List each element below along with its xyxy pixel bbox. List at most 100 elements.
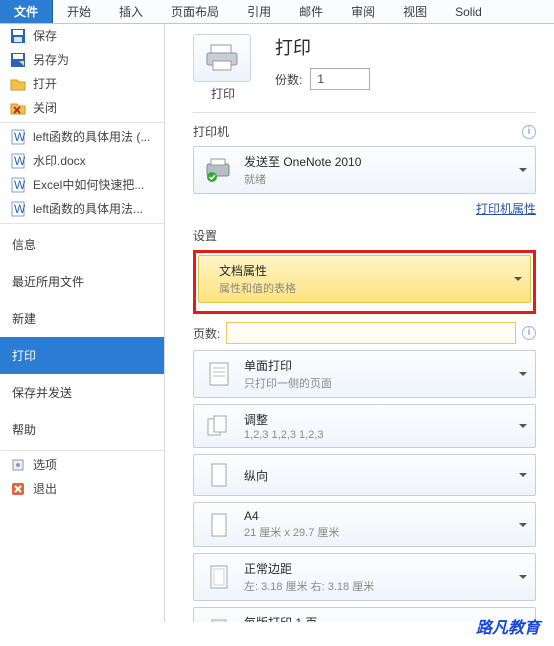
printer-status: 就绪 — [244, 171, 361, 187]
open-icon — [10, 76, 26, 92]
info-icon[interactable]: i — [522, 125, 536, 139]
save-as-icon — [10, 52, 26, 68]
orientation-dropdown[interactable]: 纵向 — [193, 454, 536, 496]
save-icon — [10, 28, 26, 44]
printer-dropdown[interactable]: 发送至 OneNote 2010就绪 — [193, 146, 536, 194]
tab-solid[interactable]: Solid — [441, 0, 496, 23]
print-panel: 打印 打印 份数: 打印机i 发送至 OneNote 2010就绪 打印机属性 … — [165, 24, 554, 622]
word-doc-icon: W — [10, 153, 26, 169]
sidebar-save[interactable]: 保存 — [0, 24, 164, 48]
settings-section-title: 设置 — [193, 227, 217, 244]
word-doc-icon: W — [10, 129, 26, 145]
sidebar-label: 另存为 — [33, 52, 69, 68]
drop-title: 调整 — [244, 411, 324, 428]
margins-icon — [204, 563, 234, 591]
print-what-dropdown[interactable]: 文档属性属性和值的表格 — [198, 255, 531, 303]
page-icon — [204, 511, 234, 539]
chevron-down-icon — [519, 473, 527, 481]
recent-doc-label: left函数的具体用法 (... — [33, 129, 150, 145]
tab-references[interactable]: 引用 — [233, 0, 285, 23]
ribbon-tabs: 文件 开始 插入 页面布局 引用 邮件 审阅 视图 Solid — [0, 0, 554, 24]
sidebar-options[interactable]: 选项 — [0, 453, 164, 477]
tab-view[interactable]: 视图 — [389, 0, 441, 23]
sheet-icon — [204, 617, 234, 622]
backstage: 保存 另存为 打开 关闭 W left函数的具体用法 (... W 水印.doc… — [0, 24, 554, 622]
svg-text:W: W — [14, 202, 26, 216]
oneside-icon — [204, 360, 234, 388]
close-icon — [10, 100, 26, 116]
recent-doc-label: Excel中如何快速把... — [33, 177, 144, 193]
highlight-annotation: 文档属性属性和值的表格 — [193, 250, 536, 314]
sidebar-close[interactable]: 关闭 — [0, 96, 164, 120]
printer-section-title: 打印机 — [193, 123, 229, 140]
chevron-down-icon — [519, 575, 527, 583]
printer-name: 发送至 OneNote 2010 — [244, 153, 361, 170]
print-button-label: 打印 — [211, 87, 235, 101]
portrait-icon — [204, 461, 234, 489]
recent-doc[interactable]: W left函数的具体用法 (... — [0, 125, 164, 149]
collate-dropdown[interactable]: 调整1,2,3 1,2,3 1,2,3 — [193, 404, 536, 448]
backstage-sidebar: 保存 另存为 打开 关闭 W left函数的具体用法 (... W 水印.doc… — [0, 24, 165, 622]
drop-title: A4 — [244, 509, 339, 523]
tab-home[interactable]: 开始 — [53, 0, 105, 23]
sidebar-save-send[interactable]: 保存并发送 — [0, 374, 164, 411]
word-doc-icon: W — [10, 177, 26, 193]
print-title: 打印 — [275, 34, 370, 60]
collate-icon — [204, 412, 234, 440]
copies-label: 份数: — [275, 71, 302, 88]
sidebar-print[interactable]: 打印 — [0, 337, 164, 374]
watermark: 路凡教育 — [476, 614, 540, 638]
copies-input[interactable] — [310, 68, 370, 90]
tab-insert[interactable]: 插入 — [105, 0, 157, 23]
sidebar-label: 保存 — [33, 28, 57, 44]
drop-sub: 只打印一侧的页面 — [244, 375, 332, 391]
drop-sub: 属性和值的表格 — [219, 280, 296, 296]
sidebar-recent[interactable]: 最近所用文件 — [0, 263, 164, 300]
info-icon[interactable]: i — [522, 326, 536, 340]
word-doc-icon: W — [10, 201, 26, 217]
sidebar-label: 关闭 — [33, 100, 57, 116]
margins-dropdown[interactable]: 正常边距左: 3.18 厘米 右: 3.18 厘米 — [193, 553, 536, 601]
chevron-down-icon — [514, 277, 522, 285]
drop-title: 纵向 — [244, 467, 268, 484]
recent-doc[interactable]: W Excel中如何快速把... — [0, 173, 164, 197]
sidebar-open[interactable]: 打开 — [0, 72, 164, 96]
sidebar-label: 退出 — [33, 481, 57, 497]
svg-text:W: W — [14, 178, 26, 192]
sidebar-exit[interactable]: 退出 — [0, 477, 164, 501]
pages-label: 页数: — [193, 325, 220, 342]
recent-doc-label: left函数的具体用法... — [33, 201, 143, 217]
tab-file[interactable]: 文件 — [0, 0, 53, 23]
pages-input[interactable] — [226, 322, 516, 344]
printer-icon — [205, 43, 239, 73]
sidebar-label: 选项 — [33, 457, 57, 473]
recent-doc-label: 水印.docx — [33, 153, 86, 169]
tab-layout[interactable]: 页面布局 — [157, 0, 233, 23]
sidebar-label: 打开 — [33, 76, 57, 92]
chevron-down-icon — [519, 424, 527, 432]
drop-title: 正常边距 — [244, 560, 374, 577]
recent-doc[interactable]: W left函数的具体用法... — [0, 197, 164, 221]
printer-properties-link[interactable]: 打印机属性 — [193, 200, 536, 217]
tab-mail[interactable]: 邮件 — [285, 0, 337, 23]
sidebar-help[interactable]: 帮助 — [0, 411, 164, 448]
svg-text:W: W — [14, 130, 26, 144]
sidebar-info[interactable]: 信息 — [0, 226, 164, 263]
chevron-down-icon — [519, 372, 527, 380]
sidebar-save-as[interactable]: 另存为 — [0, 48, 164, 72]
sidebar-new[interactable]: 新建 — [0, 300, 164, 337]
tab-review[interactable]: 审阅 — [337, 0, 389, 23]
print-button[interactable]: 打印 — [193, 34, 253, 102]
oneside-dropdown[interactable]: 单面打印只打印一侧的页面 — [193, 350, 536, 398]
drop-sub: 21 厘米 x 29.7 厘米 — [244, 524, 339, 540]
options-icon — [10, 457, 26, 473]
svg-text:W: W — [14, 154, 26, 168]
drop-sub: 左: 3.18 厘米 右: 3.18 厘米 — [244, 578, 374, 594]
chevron-down-icon — [519, 523, 527, 531]
drop-sub: 1,2,3 1,2,3 1,2,3 — [244, 429, 324, 441]
recent-doc[interactable]: W 水印.docx — [0, 149, 164, 173]
drop-title: 文档属性 — [219, 262, 296, 279]
drop-title: 每版打印 1 页 — [244, 614, 375, 622]
paper-size-dropdown[interactable]: A421 厘米 x 29.7 厘米 — [193, 502, 536, 547]
exit-icon — [10, 481, 26, 497]
